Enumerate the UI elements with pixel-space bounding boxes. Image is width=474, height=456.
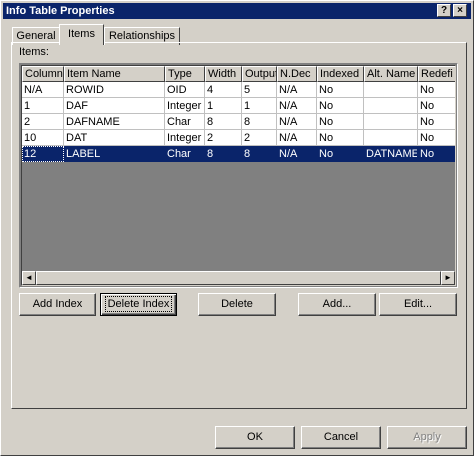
cell-ndec: N/A (277, 130, 317, 146)
tab-items-label: Items (68, 28, 95, 40)
table-row[interactable]: 2 DAFNAME Char 8 8 N/A No No (22, 114, 455, 130)
edit-button[interactable]: Edit... (379, 293, 457, 316)
table-row[interactable]: 12 LABEL Char 8 8 N/A No DATNAME No (22, 146, 455, 162)
help-button[interactable]: ? (437, 4, 451, 17)
cell-output: 5 (242, 82, 277, 98)
dialog-window: Info Table Properties ? × General Items … (0, 0, 474, 456)
arrow-left-icon: ◄ (25, 273, 33, 282)
cell-output: 2 (242, 130, 277, 146)
column-header-column[interactable]: Column (22, 66, 64, 82)
cell-indexed: No (317, 130, 364, 146)
column-header-output[interactable]: Output (242, 66, 277, 82)
cell-output: 1 (242, 98, 277, 114)
cancel-button[interactable]: Cancel (301, 426, 381, 449)
cell-alt-name (364, 82, 418, 98)
table-row[interactable]: 10 DAT Integer 2 2 N/A No No (22, 130, 455, 146)
cell-redefines: No (418, 82, 455, 98)
delete-index-button[interactable]: Delete Index (100, 293, 177, 316)
window-title: Info Table Properties (6, 5, 115, 17)
add-index-button[interactable]: Add Index (19, 293, 96, 316)
scrollbar-thumb[interactable] (36, 271, 441, 285)
list-rows: N/A ROWID OID 4 5 N/A No No 1 DAF Integer 1 1 N/A No No… (22, 82, 455, 162)
cell-ndec: N/A (277, 114, 317, 130)
cell-column: 1 (22, 98, 64, 114)
cell-width: 8 (205, 114, 242, 130)
close-button[interactable]: × (453, 4, 467, 17)
cell-type: OID (165, 82, 205, 98)
column-header-indexed[interactable]: Indexed (317, 66, 364, 82)
cell-indexed: No (317, 114, 364, 130)
cell-output: 8 (242, 114, 277, 130)
help-icon: ? (440, 5, 448, 16)
items-label: Items: (19, 46, 49, 58)
title-bar: Info Table Properties ? × (3, 3, 471, 19)
cell-column: 10 (22, 130, 64, 146)
delete-button[interactable]: Delete (198, 293, 276, 316)
close-icon: × (457, 5, 463, 16)
cell-width: 2 (205, 130, 242, 146)
cell-alt-name: DATNAME (364, 146, 418, 162)
cell-item-name: DAT (64, 130, 165, 146)
cell-indexed: No (317, 82, 364, 98)
column-header-type[interactable]: Type (165, 66, 205, 82)
cell-indexed: No (317, 146, 364, 162)
ok-button[interactable]: OK (215, 426, 295, 449)
cell-indexed: No (317, 98, 364, 114)
cell-type: Char (165, 146, 205, 162)
cell-redefines: No (418, 114, 455, 130)
cell-ndec: N/A (277, 82, 317, 98)
arrow-right-icon: ► (444, 273, 452, 282)
tab-relationships-label: Relationships (108, 30, 176, 42)
apply-button[interactable]: Apply (387, 426, 467, 449)
add-button[interactable]: Add... (298, 293, 376, 316)
list-header: Column Item Name Type Width Output N.Dec… (22, 66, 455, 82)
cell-redefines: No (418, 130, 455, 146)
horizontal-scrollbar[interactable]: ◄ ► (22, 271, 455, 285)
column-header-redefines[interactable]: Redefi (418, 66, 455, 82)
cell-redefines: No (418, 98, 455, 114)
scroll-right-button[interactable]: ► (441, 271, 455, 285)
items-list-inner: Column Item Name Type Width Output N.Dec… (21, 65, 456, 286)
items-list-view[interactable]: Column Item Name Type Width Output N.Dec… (19, 63, 458, 288)
column-header-width[interactable]: Width (205, 66, 242, 82)
tab-general-label: General (16, 30, 56, 42)
cell-width: 1 (205, 98, 242, 114)
cell-redefines: No (418, 146, 455, 162)
tab-items[interactable]: Items (59, 24, 104, 45)
table-row[interactable]: 1 DAF Integer 1 1 N/A No No (22, 98, 455, 114)
cell-type: Char (165, 114, 205, 130)
cell-alt-name (364, 98, 418, 114)
cell-item-name: DAF (64, 98, 165, 114)
cell-type: Integer (165, 98, 205, 114)
cell-item-name: ROWID (64, 82, 165, 98)
column-header-item-name[interactable]: Item Name (64, 66, 165, 82)
cell-column: N/A (22, 82, 64, 98)
cell-ndec: N/A (277, 98, 317, 114)
cell-item-name: LABEL (64, 146, 165, 162)
cell-column: 12 (22, 146, 64, 162)
column-header-ndec[interactable]: N.Dec (277, 66, 317, 82)
cell-item-name: DAFNAME (64, 114, 165, 130)
cell-ndec: N/A (277, 146, 317, 162)
column-header-alt-name[interactable]: Alt. Name (364, 66, 418, 82)
cell-column: 2 (22, 114, 64, 130)
cell-alt-name (364, 114, 418, 130)
cell-width: 4 (205, 82, 242, 98)
cell-width: 8 (205, 146, 242, 162)
cell-type: Integer (165, 130, 205, 146)
scroll-left-button[interactable]: ◄ (22, 271, 36, 285)
cell-output: 8 (242, 146, 277, 162)
table-row[interactable]: N/A ROWID OID 4 5 N/A No No (22, 82, 455, 98)
cell-alt-name (364, 130, 418, 146)
